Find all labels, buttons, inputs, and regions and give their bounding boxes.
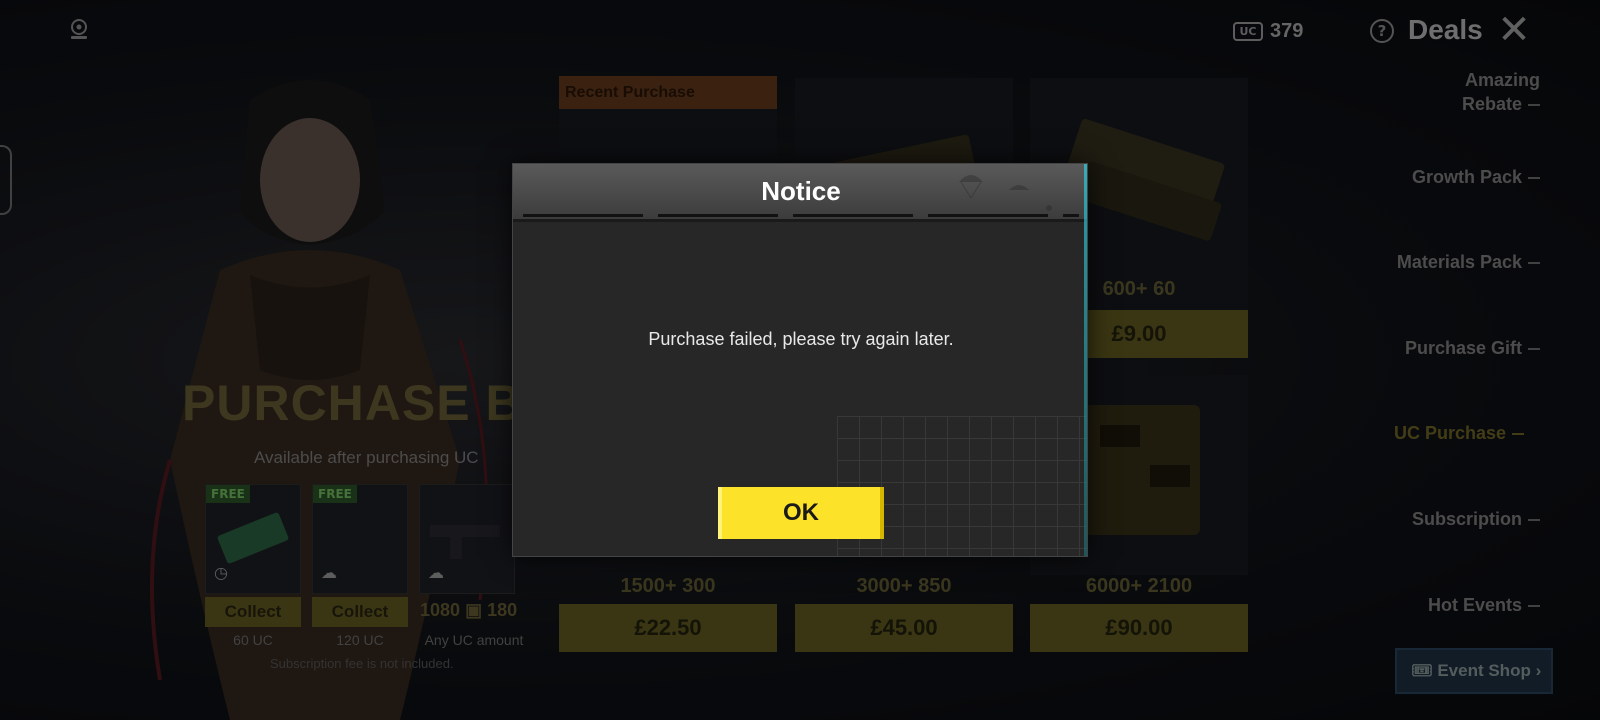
dialog-header: Notice <box>513 164 1087 222</box>
header-divider <box>523 214 1079 217</box>
dialog-edge-glow <box>1084 164 1087 556</box>
notice-dialog: Notice Purchase failed, please try again… <box>512 163 1088 557</box>
shop-screen: UC 379 ? Deals ✕ PURCHASE BONU Available… <box>0 0 1600 720</box>
ok-button[interactable]: OK <box>718 487 884 539</box>
dialog-message: Purchase failed, please try again later. <box>648 329 954 349</box>
dialog-title: Notice <box>761 176 841 206</box>
